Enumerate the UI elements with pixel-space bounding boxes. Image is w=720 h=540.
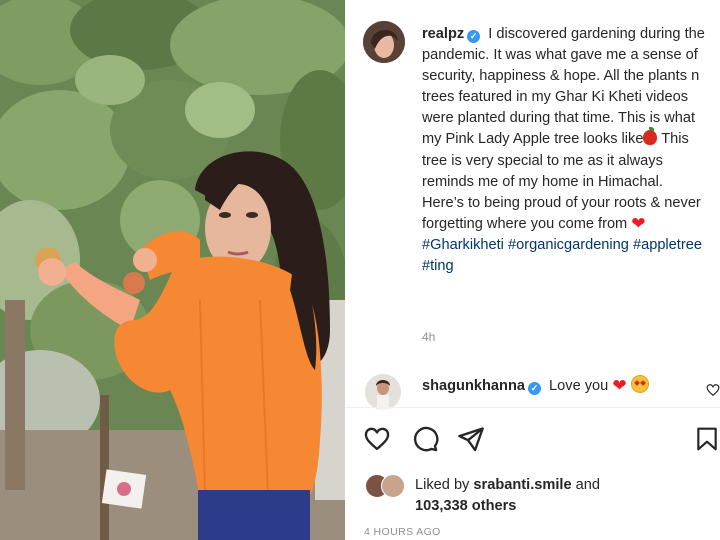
post-media-scene (0, 0, 345, 540)
author-avatar-image (363, 21, 405, 63)
red-heart-emoji-icon: ❤ (631, 213, 646, 233)
liker-avatar (381, 474, 405, 498)
verified-badge-icon: ✓ (527, 382, 541, 395)
commenter-avatar-image (365, 374, 401, 410)
author-avatar[interactable] (363, 21, 405, 63)
verified-badge-icon: ✓ (467, 30, 481, 43)
caption-text-part1: I discovered gardening during the pandem… (422, 26, 705, 148)
comment: shagunkhanna ✓ Love you ❤ (422, 375, 712, 395)
liker-username[interactable]: srabanti.smile (473, 477, 571, 493)
heart-icon[interactable] (363, 425, 391, 453)
hashtag-link[interactable]: #appletree (633, 237, 702, 253)
comment-text: Love you (549, 378, 609, 394)
hashtag-link[interactable]: #Gharkikheti (422, 237, 504, 253)
bookmark-icon[interactable] (694, 425, 720, 453)
jeans (198, 490, 310, 540)
post-media[interactable] (0, 0, 345, 540)
commenter-avatar[interactable] (365, 374, 401, 410)
section-divider (345, 407, 720, 408)
author-username[interactable]: realpz (422, 26, 464, 42)
comment-like-heart-icon[interactable] (706, 383, 720, 397)
hand (38, 258, 66, 286)
share-icon[interactable] (457, 425, 485, 453)
hashtag-link[interactable]: #organicgardening (508, 237, 629, 253)
star-struck-emoji-icon (630, 375, 649, 393)
apple-emoji-icon (643, 127, 658, 146)
plant-tag-apple (117, 482, 131, 496)
post-details-panel: realpz ✓ I discovered gardening during th… (345, 0, 720, 540)
tree-trunk (5, 300, 25, 490)
hand (133, 248, 157, 272)
likes-joiner: and (575, 477, 600, 493)
comment-icon[interactable] (411, 425, 439, 453)
caption-timestamp[interactable]: 4h (422, 330, 435, 344)
hashtag-link[interactable]: #ting (422, 258, 454, 274)
sapling-stem (100, 395, 109, 540)
likes-others-count[interactable]: 103,338 others (415, 498, 516, 514)
post-caption: realpz ✓ I discovered gardening during th… (422, 24, 707, 277)
likes-prefix: Liked by (415, 477, 470, 493)
commenter-username[interactable]: shagunkhanna (422, 378, 525, 394)
likes-summary: Liked by srabanti.smile and 103,338 othe… (415, 475, 600, 517)
red-heart-emoji-icon: ❤ (612, 376, 627, 395)
likers-avatars[interactable] (365, 474, 411, 498)
apple (123, 272, 145, 294)
post-date[interactable]: 4 HOURS AGO (364, 526, 441, 538)
